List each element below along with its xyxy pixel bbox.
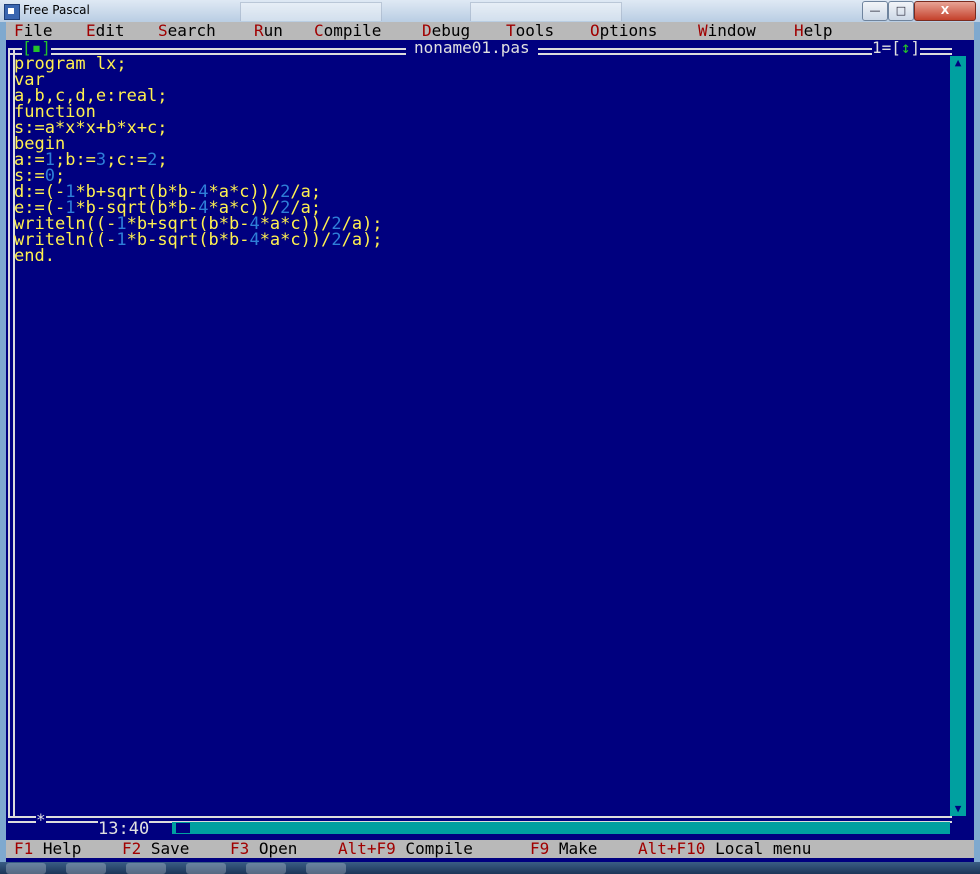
menu-edit[interactable]: Edit [86,22,125,40]
taskbar-app-icon[interactable] [186,863,226,874]
scroll-down-arrow-icon[interactable]: ▼ [950,802,966,816]
start-button-icon[interactable] [6,863,46,874]
status-hint-bar: F1 Help F2 Save F3 Open Alt+F9 Compile F… [6,840,974,858]
code-editor[interactable]: program lx; var a,b,c,d,e:real; function s:=… [14,56,383,265]
background-window-tab [470,2,622,21]
window-title: Free Pascal [23,3,90,17]
free-pascal-icon [4,4,20,20]
editor-file-title: noname01.pas [406,40,538,56]
code-line[interactable]: s:=a*x*x+b*x+c; [14,120,383,137]
maximize-button[interactable]: □ [888,1,914,21]
background-window-tab [240,2,382,21]
taskbar-free-pascal-icon[interactable] [306,863,346,874]
modified-marker: * [36,810,46,829]
code-line[interactable]: end. [14,248,383,265]
windows-taskbar [0,862,980,874]
taskbar-explorer-icon[interactable] [66,863,106,874]
horizontal-scrollbar[interactable] [172,822,950,834]
menu-compile[interactable]: Compile [314,22,381,40]
zoom-icon[interactable]: ↕ [901,38,911,57]
menu-help[interactable]: Help [794,22,833,40]
taskbar-app-icon[interactable] [246,863,286,874]
menu-run[interactable]: Run [254,22,283,40]
close-button[interactable]: X [914,1,976,21]
menu-options[interactable]: Options [590,22,657,40]
hint-make[interactable]: F9 Make [530,840,597,858]
taskbar-browser-icon[interactable] [126,863,166,874]
vertical-scrollbar[interactable]: ▲ ▼ [950,56,966,816]
minimize-button[interactable]: — [862,1,888,21]
hint-help[interactable]: F1 Help [14,840,81,858]
title-bar[interactable]: Free Pascal — □ X [0,0,980,22]
cursor-position: 13:40 [98,819,150,839]
scroll-up-arrow-icon[interactable]: ▲ [950,56,966,70]
code-line[interactable]: a:=1;b:=3;c:=2; [14,152,383,169]
horizontal-scroll-thumb[interactable] [176,823,190,833]
code-line[interactable]: writeln((-1*b-sqrt(b*b-4*a*c))/2/a); [14,232,383,249]
code-line[interactable]: program lx; [14,56,383,73]
hint-save[interactable]: F2 Save [122,840,189,858]
hint-compile[interactable]: Alt+F9 Compile [338,840,473,858]
menu-window[interactable]: Window [698,22,756,40]
app-window: Free Pascal — □ X File Edit Search Run C… [0,0,980,874]
menu-search[interactable]: Search [158,22,216,40]
hint-open[interactable]: F3 Open [230,840,297,858]
hint-local-menu[interactable]: Alt+F10 Local menu [638,840,811,858]
window-number-zoom[interactable]: 1=[↕] [872,38,921,57]
ide-client-area: File Edit Search Run Compile Debug Tools… [6,22,974,868]
editor-window[interactable]: [▪] noname01.pas 1=[↕] program lx; var a,b… [6,38,974,839]
